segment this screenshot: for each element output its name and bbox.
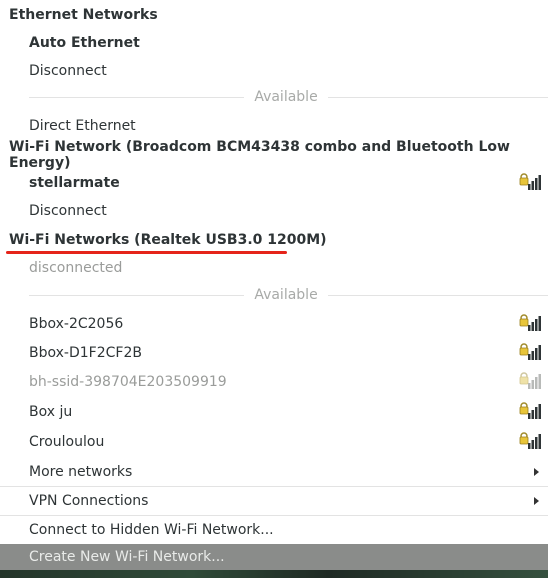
wifi-network-item[interactable]: Bbox-D1F2CF2B xyxy=(0,339,548,367)
wifi-realtek-section-header: Wi-Fi Networks (Realtek USB3.0 1200M) xyxy=(0,226,548,254)
ethernet-header-label: Ethernet Networks xyxy=(9,7,158,23)
wifi-realtek-status-label: disconnected xyxy=(29,260,123,276)
direct-ethernet-item[interactable]: Direct Ethernet xyxy=(0,112,548,140)
wifi-network-item[interactable]: Crouloulou xyxy=(0,428,548,456)
stellarmate-network-item[interactable]: stellarmate xyxy=(0,169,548,197)
separator-line-right xyxy=(328,97,548,98)
network-name: bh-ssid-398704E203509919 xyxy=(29,374,227,390)
auto-ethernet-label: Auto Ethernet xyxy=(29,35,140,51)
wifi-broadcom-section-header: Wi-Fi Network (Broadcom BCM43438 combo a… xyxy=(0,139,548,171)
network-menu: Ethernet Networks Auto Ethernet Disconne… xyxy=(0,0,548,578)
network-name: Box ju xyxy=(29,404,73,420)
wifi-network-item[interactable]: Box ju xyxy=(0,398,548,426)
create-new-label: Create New Wi-Fi Network... xyxy=(29,549,225,565)
wifi-locked-icon xyxy=(519,314,541,332)
ethernet-disconnect-label: Disconnect xyxy=(29,63,107,79)
separator-line-right xyxy=(328,295,548,296)
more-networks-item[interactable]: More networks xyxy=(0,458,548,486)
separator-line-left xyxy=(29,97,244,98)
auto-ethernet-item[interactable]: Auto Ethernet xyxy=(0,29,548,57)
separator-line-left xyxy=(29,295,244,296)
ethernet-disconnect-item[interactable]: Disconnect xyxy=(0,57,548,85)
stellarmate-label: stellarmate xyxy=(29,175,120,191)
wifi-realtek-status: disconnected xyxy=(0,254,548,282)
desktop-background-strip xyxy=(0,570,548,578)
create-new-network-item[interactable]: Create New Wi-Fi Network... xyxy=(0,544,548,570)
network-name: Bbox-2C2056 xyxy=(29,316,124,332)
wifi-locked-icon xyxy=(519,173,541,191)
wifi-network-item[interactable]: bh-ssid-398704E203509919 xyxy=(0,368,548,396)
network-name: Bbox-D1F2CF2B xyxy=(29,345,142,361)
wifi-locked-icon xyxy=(519,402,541,420)
network-name: Crouloulou xyxy=(29,434,105,450)
vpn-connections-label: VPN Connections xyxy=(29,493,149,509)
wifi-broadcom-header-label: Wi-Fi Network (Broadcom BCM43438 combo a… xyxy=(9,139,510,171)
vpn-connections-item[interactable]: VPN Connections xyxy=(0,487,548,515)
chevron-right-icon xyxy=(534,468,539,476)
more-networks-label: More networks xyxy=(29,464,133,480)
wifi-locked-icon xyxy=(519,372,541,390)
wifi-locked-icon xyxy=(519,432,541,450)
connect-hidden-network-item[interactable]: Connect to Hidden Wi-Fi Network... xyxy=(0,516,548,544)
wifi-realtek-header-label: Wi-Fi Networks (Realtek USB3.0 1200M) xyxy=(9,232,327,248)
available-label: Available xyxy=(254,89,318,105)
available-label: Available xyxy=(254,287,318,303)
wifi-broadcom-disconnect-item[interactable]: Disconnect xyxy=(0,197,548,225)
wifi-broadcom-disconnect-label: Disconnect xyxy=(29,203,107,219)
wifi-locked-icon xyxy=(519,343,541,361)
connect-hidden-label: Connect to Hidden Wi-Fi Network... xyxy=(29,522,274,538)
chevron-right-icon xyxy=(534,497,539,505)
wifi-network-item[interactable]: Bbox-2C2056 xyxy=(0,310,548,338)
ethernet-section-header: Ethernet Networks xyxy=(0,1,548,29)
direct-ethernet-label: Direct Ethernet xyxy=(29,118,136,134)
